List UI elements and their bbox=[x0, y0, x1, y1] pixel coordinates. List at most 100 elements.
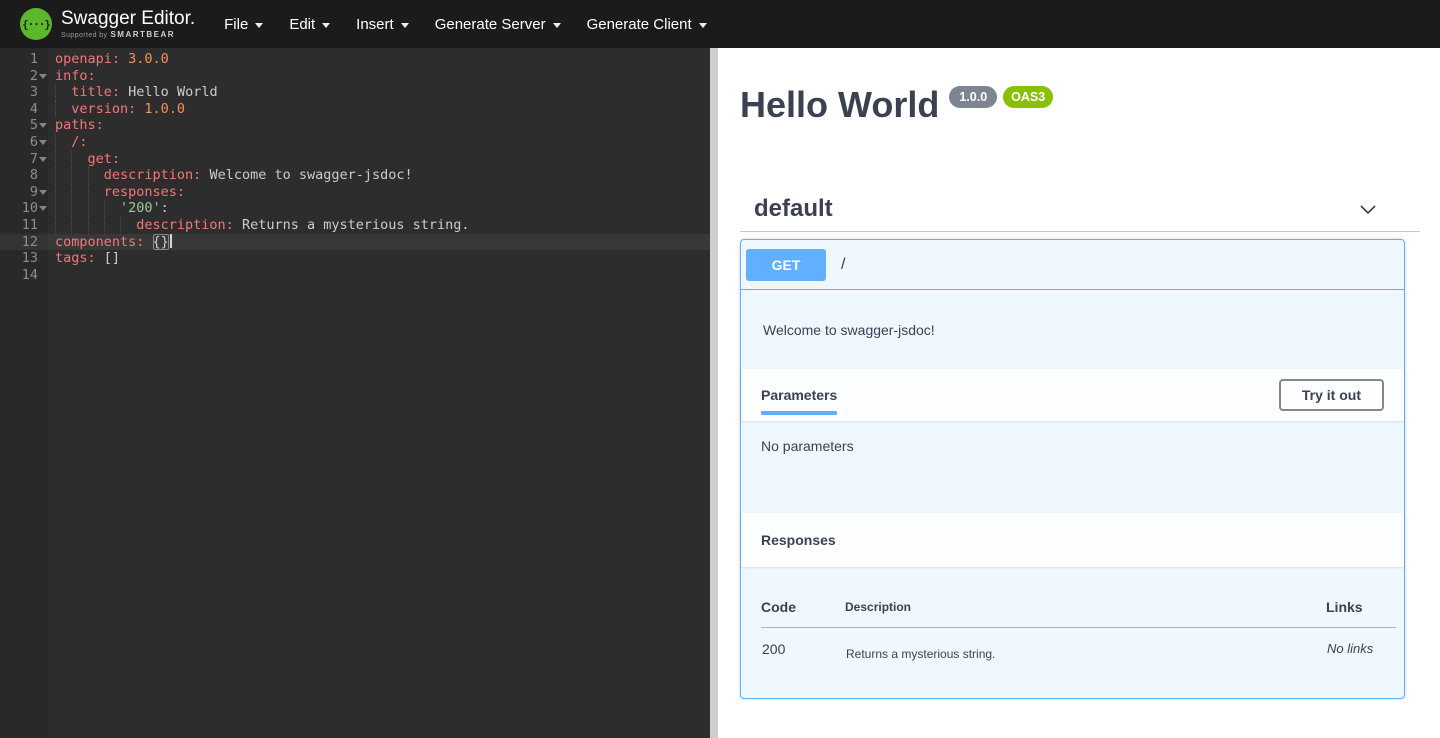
responses-header-code: Code bbox=[761, 587, 845, 628]
code-token bbox=[71, 217, 87, 234]
try-it-out-button[interactable]: Try it out bbox=[1279, 379, 1384, 411]
editor-line-6[interactable]: 6 /: bbox=[0, 134, 710, 151]
line-code: responses: bbox=[48, 184, 185, 201]
fold-caret-icon[interactable] bbox=[39, 157, 47, 162]
responses-body: CodeDescriptionLinks 200Returns a myster… bbox=[741, 567, 1404, 698]
responses-table-body: 200Returns a mysterious string.No links bbox=[761, 628, 1396, 663]
code-token bbox=[234, 217, 242, 233]
editor-line-13[interactable]: 13tags: [] bbox=[0, 250, 710, 267]
code-token: : bbox=[161, 200, 169, 216]
line-code: get: bbox=[48, 151, 120, 168]
tag-section-header[interactable]: default bbox=[740, 195, 1420, 232]
topbar-menus: File Edit Insert Generate Server Generate Cl… bbox=[211, 0, 720, 48]
menu-insert[interactable]: Insert bbox=[343, 0, 422, 48]
menu-generate-server[interactable]: Generate Server bbox=[422, 0, 574, 48]
line-number: 11 bbox=[0, 217, 48, 234]
editor-line-4[interactable]: 4 version: 1.0.0 bbox=[0, 101, 710, 118]
line-code: /: bbox=[48, 134, 88, 151]
editor-line-14[interactable]: 14 bbox=[0, 267, 710, 284]
code-token bbox=[104, 200, 120, 217]
line-number: 14 bbox=[0, 267, 48, 284]
menu-label: File bbox=[224, 16, 248, 33]
text-cursor bbox=[170, 234, 172, 248]
code-token bbox=[120, 84, 128, 100]
parameters-section-header: Parameters Try it out bbox=[741, 369, 1404, 421]
fold-caret-icon[interactable] bbox=[39, 123, 47, 128]
code-token bbox=[120, 51, 128, 67]
oas3-badge: OAS3 bbox=[1003, 86, 1053, 108]
editor-line-11[interactable]: 11 description: Returns a mysterious str… bbox=[0, 217, 710, 234]
line-number: 9 bbox=[0, 184, 48, 201]
line-number: 10 bbox=[0, 200, 48, 217]
code-token bbox=[55, 151, 71, 168]
line-number: 3 bbox=[0, 84, 48, 101]
operation-summary[interactable]: GET / bbox=[741, 240, 1404, 290]
code-token bbox=[55, 134, 71, 151]
code-token bbox=[71, 151, 87, 168]
line-number: 4 bbox=[0, 101, 48, 118]
line-code: openapi: 3.0.0 bbox=[48, 51, 169, 68]
menu-file[interactable]: File bbox=[211, 0, 276, 48]
code-token: get: bbox=[88, 151, 121, 167]
caret-down-icon bbox=[553, 23, 561, 28]
line-code: info: bbox=[48, 68, 96, 85]
parameters-body: No parameters bbox=[741, 421, 1404, 513]
chevron-down-icon[interactable] bbox=[1356, 197, 1380, 221]
fold-caret-icon[interactable] bbox=[39, 74, 47, 79]
caret-down-icon bbox=[401, 23, 409, 28]
fold-caret-icon[interactable] bbox=[39, 190, 47, 195]
editor-line-2[interactable]: 2info: bbox=[0, 68, 710, 85]
editor-pane[interactable]: 1openapi: 3.0.02info:3 title: Hello Worl… bbox=[0, 48, 710, 738]
responses-title: Responses bbox=[761, 532, 836, 548]
response-code: 200 bbox=[761, 628, 845, 663]
api-info-header: Hello World 1.0.0 OAS3 bbox=[740, 85, 1405, 125]
swagger-logo-icon: {···} bbox=[20, 8, 52, 40]
fold-caret-icon[interactable] bbox=[39, 140, 47, 145]
responses-header-description: Description bbox=[845, 587, 1326, 628]
operation-description: Welcome to swagger-jsdoc! bbox=[741, 290, 1404, 369]
swagger-logo[interactable]: {···} Swagger Editor. Supported bySMARTB… bbox=[20, 8, 195, 40]
menu-label: Edit bbox=[289, 16, 315, 33]
split-divider-handle[interactable] bbox=[710, 48, 718, 738]
code-token: [] bbox=[104, 250, 120, 266]
code-token bbox=[96, 250, 104, 266]
version-badge: 1.0.0 bbox=[949, 86, 997, 108]
code-token bbox=[71, 200, 87, 217]
code-token: paths: bbox=[55, 117, 104, 133]
menu-label: Generate Server bbox=[435, 16, 546, 33]
line-code: description: Returns a mysterious string… bbox=[48, 217, 470, 234]
code-token bbox=[120, 217, 136, 234]
operation-path: / bbox=[841, 256, 845, 274]
editor-line-8[interactable]: 8 description: Welcome to swagger-jsdoc! bbox=[0, 167, 710, 184]
no-parameters-label: No parameters bbox=[761, 438, 854, 454]
editor-line-1[interactable]: 1openapi: 3.0.0 bbox=[0, 51, 710, 68]
tab-parameters[interactable]: Parameters bbox=[761, 369, 837, 421]
code-token: description: bbox=[104, 167, 202, 183]
fold-caret-icon[interactable] bbox=[39, 206, 47, 211]
line-code: '200': bbox=[48, 200, 169, 217]
method-badge: GET bbox=[746, 249, 826, 281]
code-token bbox=[104, 217, 120, 234]
line-number: 5 bbox=[0, 117, 48, 134]
editor-line-10[interactable]: 10 '200': bbox=[0, 200, 710, 217]
menu-label: Generate Client bbox=[587, 16, 692, 33]
editor-line-9[interactable]: 9 responses: bbox=[0, 184, 710, 201]
line-number: 6 bbox=[0, 134, 48, 151]
editor-line-5[interactable]: 5 paths: bbox=[0, 117, 710, 134]
caret-down-icon bbox=[322, 23, 330, 28]
parameters-tab-label: Parameters bbox=[761, 387, 837, 403]
code-token: components: bbox=[55, 234, 144, 250]
code-token: Welcome to swagger-jsdoc! bbox=[209, 167, 412, 183]
code-token bbox=[88, 184, 104, 201]
editor-line-12[interactable]: 12components: {} bbox=[0, 234, 710, 251]
code-token bbox=[88, 167, 104, 184]
menu-generate-client[interactable]: Generate Client bbox=[574, 0, 720, 48]
editor-line-3[interactable]: 3 title: Hello World bbox=[0, 84, 710, 101]
code-token bbox=[71, 167, 87, 184]
editor-line-7[interactable]: 7 get: bbox=[0, 151, 710, 168]
menu-edit[interactable]: Edit bbox=[276, 0, 343, 48]
caret-down-icon bbox=[699, 23, 707, 28]
code-token: version: bbox=[71, 101, 136, 117]
response-row: 200Returns a mysterious string.No links bbox=[761, 628, 1396, 663]
code-token bbox=[144, 234, 152, 250]
